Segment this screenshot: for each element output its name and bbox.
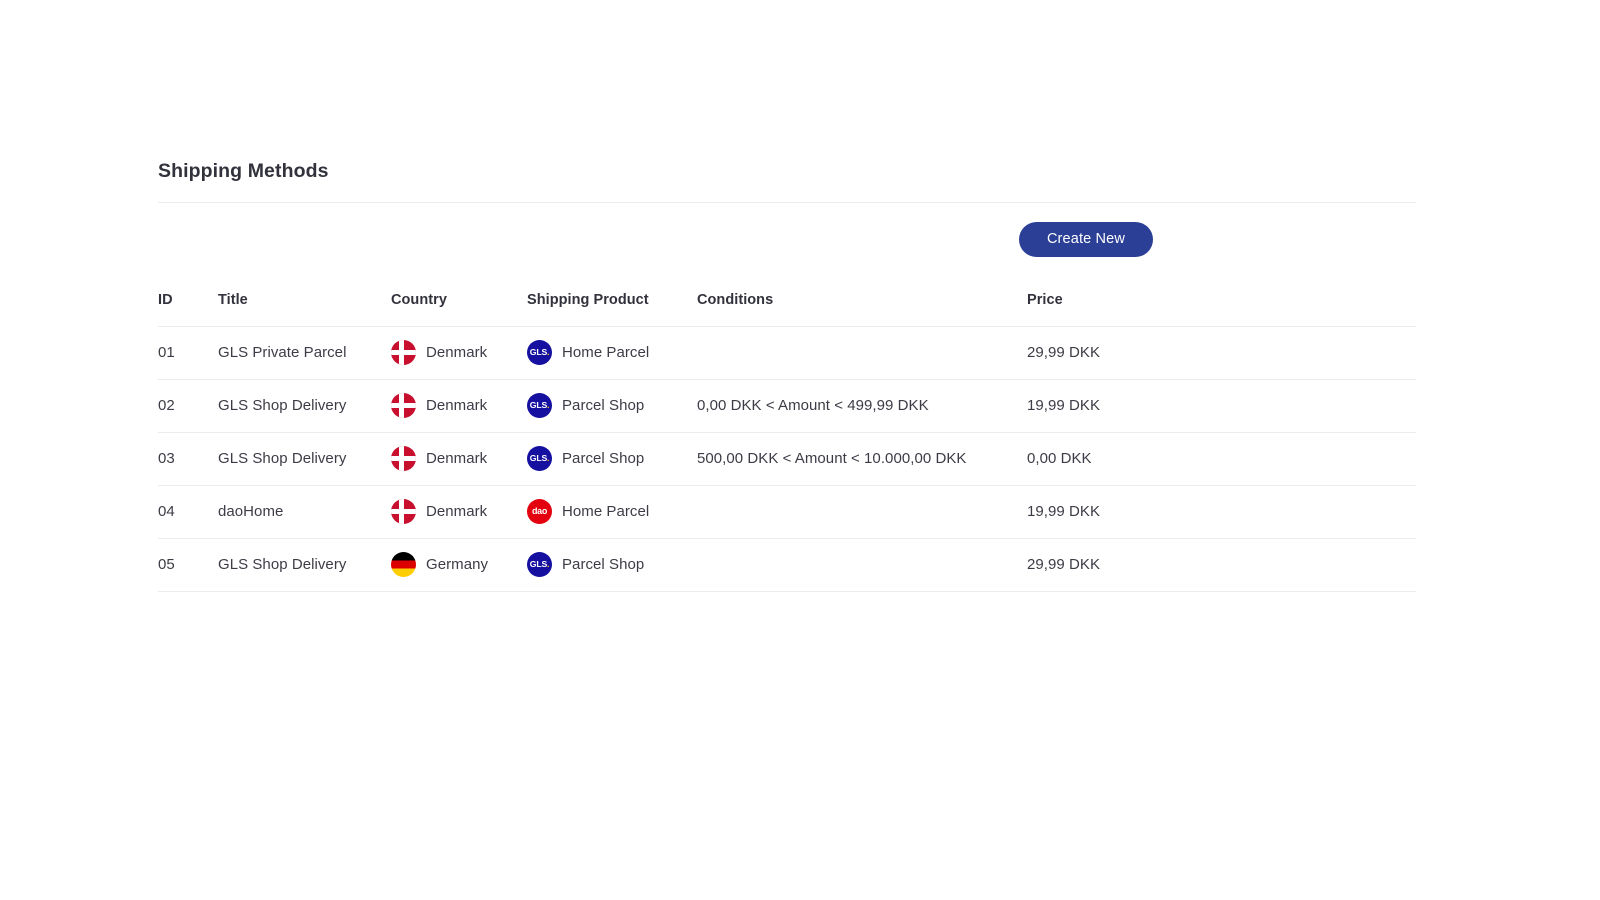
table-row[interactable]: 03 GLS Shop Delivery Denmark GLS. Parcel… xyxy=(158,432,1416,486)
country-label: Denmark xyxy=(426,503,488,520)
country-label: Denmark xyxy=(426,344,488,361)
cell-price: 19,99 DKK xyxy=(1027,485,1416,539)
flag-denmark-icon xyxy=(391,393,416,418)
cell-id: 02 xyxy=(158,379,218,433)
column-header-price[interactable]: Price xyxy=(1027,276,1416,327)
cell-price: 0,00 DKK xyxy=(1027,432,1416,486)
cell-id: 05 xyxy=(158,538,218,592)
cell-title: GLS Private Parcel xyxy=(218,326,391,380)
cell-title: daoHome xyxy=(218,485,391,539)
gls-logo-icon: GLS. xyxy=(527,446,552,471)
cell-conditions xyxy=(697,326,1027,380)
table-header: ID Title Country Shipping Product Condit… xyxy=(158,276,1416,327)
cell-title: GLS Shop Delivery xyxy=(218,432,391,486)
shipping-product-label: Home Parcel xyxy=(562,344,650,361)
cell-shipping-product: GLS. Parcel Shop xyxy=(527,432,697,486)
cell-shipping-product: GLS. Home Parcel xyxy=(527,326,697,380)
cell-shipping-product: dao Home Parcel xyxy=(527,485,697,539)
cell-price: 19,99 DKK xyxy=(1027,379,1416,433)
table-header-row: ID Title Country Shipping Product Condit… xyxy=(158,276,1416,327)
cell-shipping-product: GLS. Parcel Shop xyxy=(527,538,697,592)
gls-logo-icon: GLS. xyxy=(527,393,552,418)
flag-denmark-icon xyxy=(391,499,416,524)
flag-denmark-icon xyxy=(391,340,416,365)
country-label: Denmark xyxy=(426,397,488,414)
gls-logo-icon: GLS. xyxy=(527,340,552,365)
column-header-id[interactable]: ID xyxy=(158,276,218,327)
shipping-methods-table: ID Title Country Shipping Product Condit… xyxy=(158,276,1416,592)
country-label: Denmark xyxy=(426,450,488,467)
column-header-product[interactable]: Shipping Product xyxy=(527,276,697,327)
cell-price: 29,99 DKK xyxy=(1027,538,1416,592)
column-header-conditions[interactable]: Conditions xyxy=(697,276,1027,327)
table-row[interactable]: 02 GLS Shop Delivery Denmark GLS. Parcel… xyxy=(158,379,1416,433)
cell-shipping-product: GLS. Parcel Shop xyxy=(527,379,697,433)
table-toolbar: Create New xyxy=(158,203,1416,276)
table-row[interactable]: 04 daoHome Denmark dao Home Parcel 19,99… xyxy=(158,485,1416,539)
country-label: Germany xyxy=(426,556,489,573)
column-header-title[interactable]: Title xyxy=(218,276,391,327)
cell-title: GLS Shop Delivery xyxy=(218,379,391,433)
cell-conditions xyxy=(697,538,1027,592)
table-row[interactable]: 05 GLS Shop Delivery Germany GLS. Parcel… xyxy=(158,538,1416,592)
cell-price: 29,99 DKK xyxy=(1027,326,1416,380)
shipping-methods-panel: Shipping Methods Create New ID Title Cou… xyxy=(158,158,1416,592)
cell-country: Denmark xyxy=(391,432,527,486)
cell-id: 04 xyxy=(158,485,218,539)
flag-denmark-icon xyxy=(391,446,416,471)
table-row[interactable]: 01 GLS Private Parcel Denmark GLS. Home … xyxy=(158,326,1416,380)
shipping-product-label: Home Parcel xyxy=(562,503,650,520)
cell-conditions xyxy=(697,485,1027,539)
cell-country: Denmark xyxy=(391,326,527,380)
create-new-button[interactable]: Create New xyxy=(1018,222,1153,257)
cell-country: Denmark xyxy=(391,379,527,433)
cell-id: 03 xyxy=(158,432,218,486)
table-body: 01 GLS Private Parcel Denmark GLS. Home … xyxy=(158,326,1416,592)
gls-logo-icon: GLS. xyxy=(527,552,552,577)
column-header-country[interactable]: Country xyxy=(391,276,527,327)
shipping-product-label: Parcel Shop xyxy=(562,556,645,573)
cell-conditions: 500,00 DKK < Amount < 10.000,00 DKK xyxy=(697,432,1027,486)
shipping-methods-page: Shipping Methods Create New ID Title Cou… xyxy=(0,0,1600,900)
shipping-product-label: Parcel Shop xyxy=(562,397,645,414)
cell-title: GLS Shop Delivery xyxy=(218,538,391,592)
cell-country: Germany xyxy=(391,538,527,592)
cell-country: Denmark xyxy=(391,485,527,539)
shipping-product-label: Parcel Shop xyxy=(562,450,645,467)
flag-germany-icon xyxy=(391,552,416,577)
dao-logo-icon: dao xyxy=(527,499,552,524)
page-title: Shipping Methods xyxy=(158,160,329,182)
cell-conditions: 0,00 DKK < Amount < 499,99 DKK xyxy=(697,379,1027,433)
cell-id: 01 xyxy=(158,326,218,380)
